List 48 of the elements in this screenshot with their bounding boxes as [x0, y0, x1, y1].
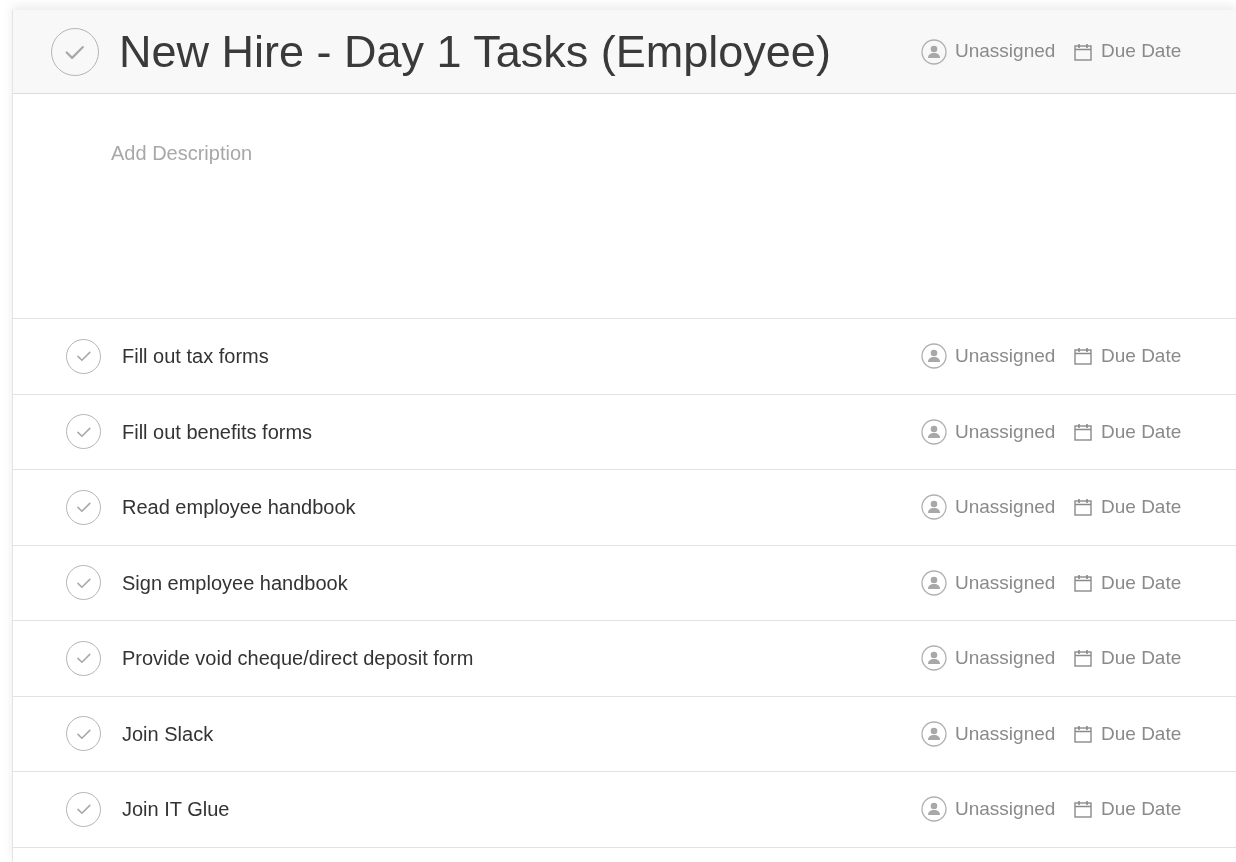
due-date-button[interactable]: Due Date	[1073, 417, 1191, 446]
calendar-icon	[1073, 572, 1093, 593]
user-icon	[921, 494, 947, 521]
task-name: Fill out tax forms	[122, 344, 270, 370]
task-row[interactable]: Sign employee handbook Unassigned Due Date	[13, 544, 1236, 620]
assignee-button[interactable]: Unassigned	[921, 719, 1073, 748]
calendar-icon	[1073, 648, 1093, 669]
task-name: Join Slack	[122, 721, 215, 747]
assignee-button[interactable]: Unassigned	[921, 644, 1073, 673]
due-date-button[interactable]: Due Date	[1073, 795, 1191, 824]
task-row[interactable]: Fill out benefits forms Unassigned Due Date	[13, 393, 1236, 469]
assignee-button[interactable]: Unassigned	[921, 568, 1073, 597]
due-date-button[interactable]: Due Date	[1073, 644, 1191, 673]
due-date-button[interactable]: Due Date	[1073, 342, 1191, 371]
user-icon	[921, 38, 947, 65]
user-icon	[921, 720, 947, 747]
task-row[interactable]: Join IT Glue Unassigned Due Date	[13, 771, 1236, 847]
calendar-icon	[1073, 421, 1093, 442]
task-name: Join IT Glue	[122, 797, 231, 823]
task-row[interactable]: Read employee handbook Unassigned Due Date	[13, 469, 1236, 545]
assignee-button[interactable]: Unassigned	[921, 342, 1073, 371]
calendar-icon	[1073, 346, 1093, 367]
user-icon	[921, 796, 947, 823]
task-row[interactable]: Fill out tax forms Unassigned Due Date	[13, 318, 1236, 394]
user-icon	[921, 418, 947, 445]
user-icon	[921, 343, 947, 370]
due-date-button[interactable]: Due Date	[1073, 568, 1191, 597]
calendar-icon	[1073, 497, 1093, 518]
calendar-icon	[1073, 723, 1093, 744]
due-date-button[interactable]: Due Date	[1073, 37, 1191, 66]
task-name: Read employee handbook	[122, 495, 357, 521]
task-name: Sign employee handbook	[122, 570, 349, 596]
due-date-button[interactable]: Due Date	[1073, 719, 1191, 748]
user-icon	[921, 645, 947, 672]
assignee-button[interactable]: Unassigned	[921, 417, 1073, 446]
task-row[interactable]: Provide void cheque/direct deposit form Unassigned Due Date	[13, 620, 1236, 696]
assignee-button[interactable]: Unassigned	[921, 37, 1073, 66]
assignee-button[interactable]: Unassigned	[921, 493, 1073, 522]
user-icon	[921, 569, 947, 596]
task-name: Fill out benefits forms	[122, 419, 314, 445]
calendar-icon	[1073, 799, 1093, 820]
description-field[interactable]: Add Description	[111, 138, 711, 168]
task-name: Provide void cheque/direct deposit form	[122, 646, 475, 672]
assignee-button[interactable]: Unassigned	[921, 795, 1073, 824]
due-date-button[interactable]: Due Date	[1073, 493, 1191, 522]
task-row[interactable]: Join Slack Unassigned Due Date	[13, 695, 1236, 771]
task-list-title: New Hire - Day 1 Tasks (Employee)	[119, 24, 832, 79]
calendar-icon	[1073, 41, 1093, 62]
